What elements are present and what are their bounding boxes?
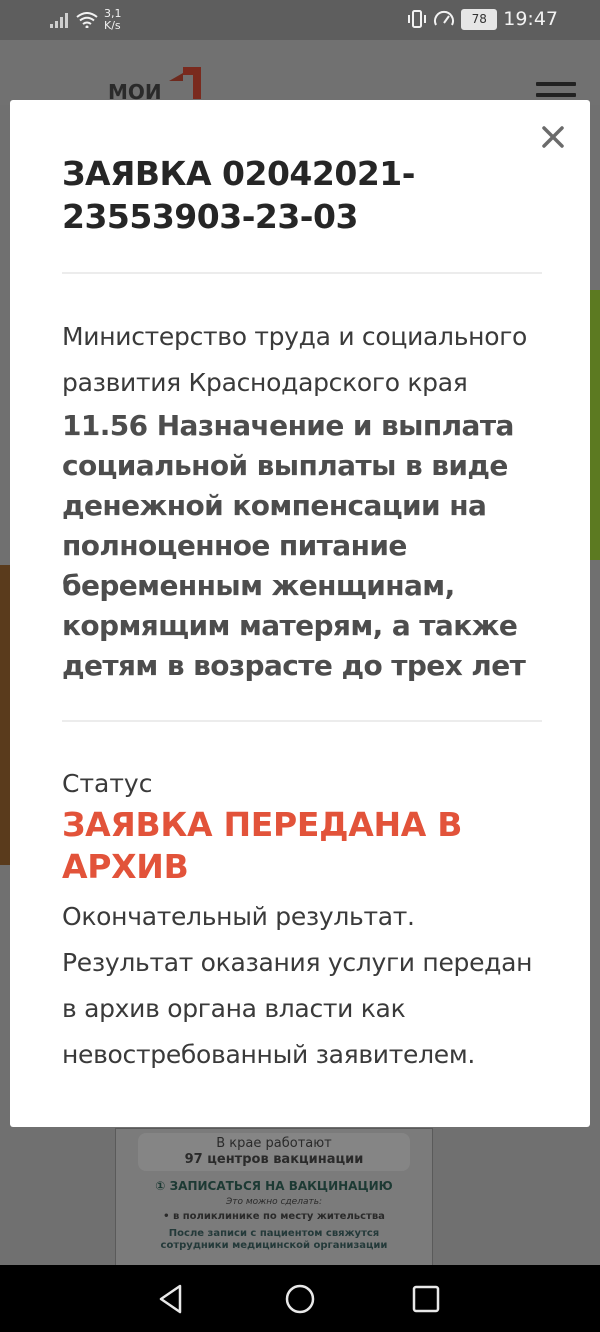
divider (62, 720, 542, 722)
ministry-name: Министерство труда и социального развити… (62, 322, 528, 397)
vaccination-signup-link[interactable]: ① ЗАПИСАТЬСЯ НА ВАКЦИНАЦИЮ (116, 1179, 432, 1193)
vaccination-line1: В крае работают (216, 1136, 332, 1151)
recent-apps-icon[interactable] (410, 1283, 442, 1315)
battery-icon: 78 (461, 8, 498, 30)
navigation-bar (0, 1265, 600, 1332)
modal-content: ЗАЯВКА 02042021-23553903-23-03 Министерс… (62, 152, 542, 1078)
vaccination-can-do: Это можно сделать: (225, 1197, 323, 1207)
close-button[interactable] (538, 122, 568, 152)
vaccination-line2: 97 центров вакцинации (184, 1152, 364, 1167)
application-title: ЗАЯВКА 02042021-23553903-23-03 (62, 154, 415, 236)
status-bar-right: 78 19:47 (407, 8, 558, 30)
background-header: МОИ (0, 40, 600, 108)
home-icon[interactable] (284, 1283, 316, 1315)
network-speed-unit: K/s (104, 19, 121, 32)
clock: 19:47 (503, 8, 558, 30)
vaccination-after-1: После записи с пациентом свяжутся (168, 1228, 380, 1239)
back-icon[interactable] (156, 1283, 188, 1315)
status-label: Статус (62, 769, 153, 798)
wifi-icon (76, 12, 98, 28)
vaccination-centers-info: В крае работают 97 центров вакцинации (138, 1133, 410, 1171)
status-bar-left: 3,1 K/s (50, 8, 122, 32)
status-bar: 3,1 K/s 78 19:47 (0, 0, 600, 40)
status-description: Окончательный результат. Результат оказа… (62, 902, 533, 1069)
application-modal: ЗАЯВКА 02042021-23553903-23-03 Министерс… (10, 100, 590, 1127)
status-value: ЗАЯВКА ПЕРЕДАНА В АРХИВ (62, 805, 463, 886)
vibrate-icon (408, 10, 427, 28)
network-speed: 3,1 K/s (104, 8, 122, 32)
close-icon[interactable] (538, 122, 568, 152)
vaccination-after-2: сотрудники медицинской организации (160, 1240, 388, 1251)
divider (62, 272, 542, 274)
signal-icon (50, 13, 68, 28)
site-logo-icon (169, 67, 201, 99)
service-name: 11.56 Назначение и выплата социальной вы… (62, 409, 526, 682)
speedometer-icon (434, 10, 455, 26)
vaccination-bullet: • в поликлинике по месту жительства (163, 1211, 385, 1222)
